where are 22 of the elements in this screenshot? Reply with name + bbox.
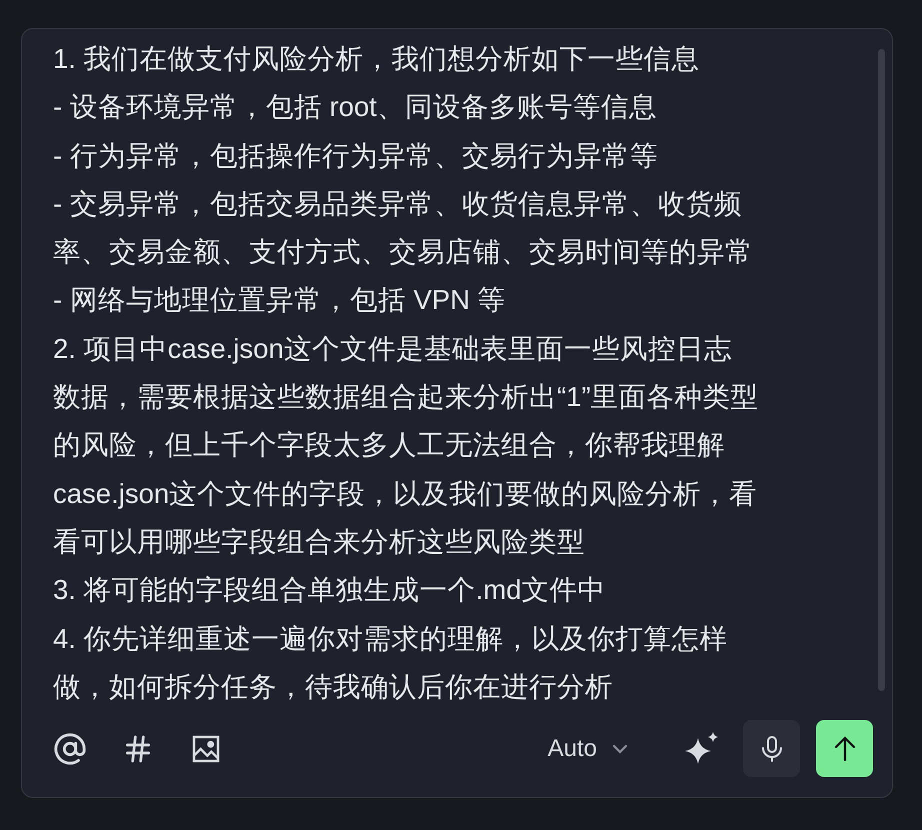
- message-text: - 交易异常，包括交易品类异常、收货信息异常、收货频: [53, 186, 743, 221]
- arrow-up-icon: [832, 734, 856, 762]
- message-text: case.json这个文件的字段，以及我们要做的风险分析，看: [53, 476, 758, 511]
- message-text: - 行为异常，包括操作行为异常、交易行为异常等: [53, 138, 659, 173]
- send-button[interactable]: [816, 720, 873, 777]
- at-button[interactable]: [53, 732, 87, 766]
- scrollbar[interactable]: [878, 49, 885, 691]
- message-text: 1. 我们在做支付风险分析，我们想分析如下一些信息: [53, 42, 701, 76]
- message-text: - 设备环境异常，包括 root、同设备多账号等信息: [53, 90, 658, 124]
- message-text: 做，如何拆分任务，待我确认后你在进行分析: [53, 670, 614, 704]
- message-text: 3. 将可能的字段组合单独生成一个.md文件中: [53, 573, 606, 608]
- message-text: 2. 项目中case.json这个文件是基础表里面一些风控日志: [53, 332, 733, 366]
- message-text: 4. 你先详细重述一遍你对需求的理解，以及你打算怎样: [53, 622, 729, 656]
- message-text: 看可以用哪些字段组合来分析这些风险类型: [53, 524, 586, 559]
- message-text: 的风险，但上千个字段太多人工无法组合，你帮我理解: [53, 428, 726, 462]
- microphone-icon: [760, 734, 784, 762]
- message-text: - 网络与地理位置异常，包括 VPN 等: [53, 283, 507, 318]
- model-selector[interactable]: Auto: [548, 734, 629, 762]
- message-text: 率、交易金额、支付方式、交易店铺、交易时间等的异常: [53, 235, 754, 270]
- chevron-down-icon: [611, 742, 629, 754]
- microphone-button[interactable]: [743, 720, 800, 777]
- message-text: 数据，需要根据这些数据组合起来分析出“1”里面各种类型: [53, 380, 760, 414]
